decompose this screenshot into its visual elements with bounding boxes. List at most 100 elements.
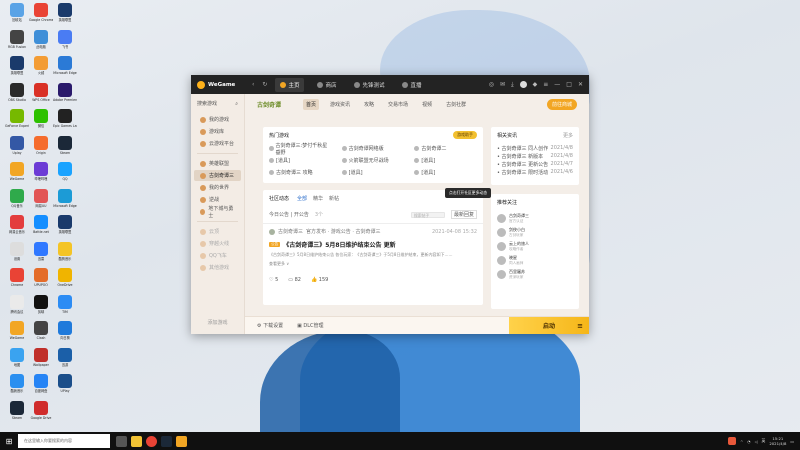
notification-icon[interactable]: ▭ xyxy=(790,439,794,444)
desktop-icon[interactable]: Microsoft Edge xyxy=(53,56,77,82)
desktop-icon[interactable]: OBS Studio xyxy=(5,82,29,109)
sidebar-game-item[interactable]: 游戏库 xyxy=(194,126,241,137)
desktop-icon[interactable]: Clash xyxy=(29,321,53,347)
desktop-icon[interactable]: RGB Fusion xyxy=(5,29,29,56)
desktop-icon[interactable]: WeGame xyxy=(5,321,29,347)
game-icon[interactable]: ◆ xyxy=(533,81,538,88)
follow-user-row[interactable]: 云上的旅人 攻略作者 xyxy=(491,239,579,253)
follow-user-row[interactable]: 古剑奇谭三 官方认证 xyxy=(491,211,579,225)
desktop-icon[interactable]: 火绒 xyxy=(29,56,53,82)
desktop-icon[interactable]: Uplay xyxy=(5,135,29,162)
tray-app-icon[interactable] xyxy=(728,437,737,445)
post-title[interactable]: 公告 《古剑奇谭三》5月8日维护结束公告 更新 xyxy=(269,240,477,249)
hot-game-entry[interactable]: [道具] xyxy=(341,168,405,177)
dlc-manage-button[interactable]: ▣ DLC管理 xyxy=(297,322,323,329)
game-tab-market[interactable]: 交易市场 xyxy=(385,99,411,110)
desktop-icon[interactable]: Google Chrome xyxy=(29,3,53,29)
game-tab-guide[interactable]: 攻略 xyxy=(361,99,377,110)
game-tab-news[interactable]: 游戏资讯 xyxy=(327,99,353,110)
maximize-icon[interactable]: □ xyxy=(566,81,572,88)
related-news-row[interactable]: • 古剑奇谭三 新版本 2021/4/8 xyxy=(497,152,573,160)
announcement-filter[interactable]: 今日公告 | 开公告 xyxy=(269,211,309,218)
message-icon[interactable]: ✉ xyxy=(500,81,505,88)
desktop-icon[interactable]: 向日葵 xyxy=(53,321,77,347)
volume-icon[interactable]: ◁ xyxy=(755,439,758,444)
desktop-icon[interactable]: 飞书 xyxy=(53,29,77,56)
like-button[interactable]: ♡ 5 xyxy=(269,277,278,283)
tab-live[interactable]: 直播 xyxy=(397,78,426,92)
related-news-row[interactable]: • 古剑奇谭三 更新公告 2021/4/7 xyxy=(497,160,573,168)
desktop-icon[interactable]: Adobe Premiere xyxy=(53,82,77,109)
tray-expand-icon[interactable]: ^ xyxy=(740,439,743,444)
user-avatar[interactable] xyxy=(519,81,527,88)
post-more-link[interactable]: 查看更多 ∨ xyxy=(269,261,477,267)
desktop-icon[interactable]: 网易UU xyxy=(29,188,53,215)
refresh-icon[interactable]: ↻ xyxy=(262,81,267,88)
feed-tab-all[interactable]: 全部 xyxy=(297,195,307,202)
desktop-icon[interactable]: QQ音乐 xyxy=(5,188,29,215)
related-more-link[interactable]: 更多 xyxy=(563,132,573,139)
ime-indicator[interactable]: 英 xyxy=(762,438,766,444)
close-icon[interactable]: ✕ xyxy=(578,81,583,88)
desktop-icon[interactable]: Wallpaper xyxy=(29,347,53,374)
desktop-icon[interactable]: WeGame xyxy=(5,162,29,188)
sort-select[interactable]: 最新回复 xyxy=(450,210,477,219)
desktop-icon[interactable]: 网易云音乐 xyxy=(5,215,29,241)
sidebar-game-item[interactable]: 古剑奇谭三 xyxy=(194,170,241,181)
feed-tab-new[interactable]: 新帖 xyxy=(329,195,339,202)
hot-games-badge[interactable]: 游戏助手 xyxy=(453,131,477,139)
launch-menu-icon[interactable]: ≡ xyxy=(577,322,583,330)
post-author[interactable]: 古剑奇谭三 xyxy=(278,228,303,235)
sidebar-game-item[interactable]: 其他游戏 xyxy=(194,262,241,273)
desktop-icon[interactable]: 百度网盘 xyxy=(29,374,53,400)
hot-game-entry[interactable]: [道具] xyxy=(269,156,332,165)
comment-button[interactable]: ▭ 82 xyxy=(288,277,301,283)
tab-home[interactable]: 主页 xyxy=(275,77,305,92)
download-settings-button[interactable]: ⚙ 下载设置 xyxy=(257,322,283,329)
back-arrow-icon[interactable]: ‹ xyxy=(252,81,254,88)
game-tab-home[interactable]: 首页 xyxy=(303,98,320,110)
desktop-icon[interactable]: 剪映 xyxy=(29,294,53,321)
hot-game-entry[interactable]: 古剑奇谭二 xyxy=(414,144,477,153)
desktop-icon[interactable]: TIM xyxy=(53,294,77,321)
desktop-icon[interactable]: Origin xyxy=(29,135,53,162)
taskbar-clock[interactable]: 15:21 2021/4/8 xyxy=(769,436,786,446)
desktop-icon[interactable]: 英雄联盟 xyxy=(53,3,77,29)
hot-game-entry[interactable]: 古剑奇谭三 攻略 xyxy=(269,168,332,177)
desktop-icon[interactable]: 此电脑 xyxy=(29,29,53,56)
game-tab-video[interactable]: 视频 xyxy=(419,99,435,110)
related-news-row[interactable]: • 古剑奇谭三 同人创作 2021/4/8 xyxy=(497,144,573,152)
sidebar-game-item[interactable]: QQ飞车 xyxy=(194,250,241,261)
desktop-icon[interactable]: Battle.net xyxy=(29,215,53,241)
desktop-icon[interactable]: Steam xyxy=(53,135,77,162)
desktop-icon[interactable]: 地图 xyxy=(5,347,29,374)
sidebar-search[interactable]: 搜索游戏 ⌕ xyxy=(191,94,244,113)
follow-user-row[interactable]: 晓星 同人画师 xyxy=(491,253,579,267)
desktop-icon[interactable]: 酷我音乐 xyxy=(5,374,29,400)
desktop-icon[interactable]: Epic Games Launcher xyxy=(53,109,77,135)
game-tab-community[interactable]: 古剑社群 xyxy=(443,99,469,110)
launch-button[interactable]: 启动 ≡ xyxy=(509,316,589,334)
desktop-icon[interactable]: OneDrive xyxy=(53,268,77,294)
sidebar-game-item[interactable]: 逆战 xyxy=(194,194,241,205)
desktop-icon[interactable]: QQ xyxy=(53,162,77,188)
sidebar-game-item[interactable]: 云游戏平台 xyxy=(194,138,241,149)
feed-post[interactable]: 古剑奇谭三 官方发布 · 游戏公告 · 古剑奇谭三 2021-04-08 15:… xyxy=(263,224,483,287)
file-explorer-icon[interactable] xyxy=(131,435,142,447)
windows-start-icon[interactable]: ⊞ xyxy=(0,437,18,446)
sidebar-game-item[interactable]: 云顶 xyxy=(194,226,241,237)
sidebar-game-item[interactable]: 我的世界 xyxy=(194,182,241,193)
desktop-icon[interactable]: 回收站 xyxy=(5,3,29,29)
desktop-icon[interactable]: 微信 xyxy=(29,109,53,135)
desktop-icon[interactable]: 英雄联盟 xyxy=(5,56,29,82)
network-icon[interactable]: ◔ xyxy=(747,439,750,444)
desktop-icon[interactable]: Microsoft Edge xyxy=(53,188,77,215)
related-news-row[interactable]: • 古剑奇谭三 限时活动 2021/4/6 xyxy=(497,168,573,176)
hot-game-entry[interactable]: 古剑奇谭网络版 xyxy=(341,144,405,153)
app-logo[interactable]: WeGame xyxy=(197,80,252,89)
desktop-icon[interactable]: 英雄联盟 xyxy=(53,215,77,241)
feed-search-input[interactable]: 搜索帖子 xyxy=(410,211,445,218)
sidebar-game-item[interactable]: 英雄联盟 xyxy=(194,158,241,169)
follow-user-row[interactable]: 百里屠苏 资深玩家 xyxy=(491,267,579,281)
add-game-button[interactable]: 添加游戏 xyxy=(191,319,244,326)
